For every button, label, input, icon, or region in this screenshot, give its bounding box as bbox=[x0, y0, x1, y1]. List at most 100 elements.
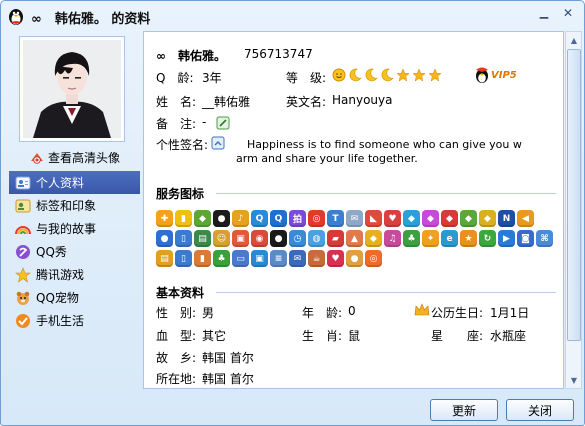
service-icon-pet[interactable]: ♥ bbox=[384, 210, 401, 227]
service-icon-star-orange[interactable]: ★ bbox=[460, 230, 477, 247]
constellation-label: 星 座: bbox=[431, 329, 484, 343]
gender-label: 性 别: bbox=[156, 306, 197, 320]
service-icon-tablet[interactable]: ▯ bbox=[175, 250, 192, 267]
service-icon-qzone[interactable]: ◎ bbox=[308, 210, 325, 227]
service-icon-cup[interactable]: ☕ bbox=[308, 250, 325, 267]
service-icon-diamond-purple[interactable]: ◆ bbox=[422, 210, 439, 227]
window-title: ∞ 韩佑雅。 的资料 bbox=[31, 12, 151, 27]
edit-note-icon[interactable] bbox=[216, 116, 230, 130]
service-icon-folder[interactable]: ▮ bbox=[175, 210, 192, 227]
service-icon-phone[interactable]: ▯ bbox=[175, 230, 192, 247]
sidebar-item-label: 与我的故事 bbox=[36, 222, 97, 236]
service-icon-car[interactable]: ▰ bbox=[327, 230, 344, 247]
service-icon-bear[interactable]: ● bbox=[346, 250, 363, 267]
sidebar-item-qqshow[interactable]: QQ秀 bbox=[9, 240, 140, 263]
zodiac-label: 生 肖: bbox=[302, 329, 343, 343]
moon-icon bbox=[365, 68, 378, 81]
service-icon-screen[interactable]: ▣ bbox=[251, 250, 268, 267]
sidebar-item-games[interactable]: 腾讯游戏 bbox=[9, 263, 140, 286]
service-icon-browser[interactable]: e bbox=[441, 230, 458, 247]
section-divider bbox=[216, 292, 556, 293]
sidebar-item-profile[interactable]: 个人资料 bbox=[9, 171, 140, 194]
service-icon-notebook[interactable]: ▤ bbox=[156, 250, 173, 267]
service-icon-clock[interactable]: ◷ bbox=[289, 230, 306, 247]
scroll-down-arrow-icon[interactable]: ▼ bbox=[567, 373, 581, 387]
profile-nickname: ∞ 韩佑雅。 bbox=[156, 49, 226, 63]
signature-line-2: arm and share your life together. bbox=[236, 152, 418, 165]
service-icon-diamond-green[interactable]: ◆ bbox=[460, 210, 477, 227]
vip-label: VIP5 bbox=[491, 69, 517, 81]
qq-age-label: Q 龄: bbox=[156, 71, 194, 85]
content-scrollbar[interactable]: ▲ ▼ bbox=[565, 31, 582, 389]
sidebar-item-story[interactable]: 与我的故事 bbox=[9, 217, 140, 240]
vip-penguin-icon bbox=[476, 67, 488, 83]
service-icon-doc[interactable]: ▭ bbox=[232, 250, 249, 267]
service-icon-shield-green[interactable]: ◆ bbox=[194, 210, 211, 227]
sidebar-item-mobile[interactable]: 手机生活 bbox=[9, 309, 140, 332]
service-icon-dance[interactable]: ♫ bbox=[384, 230, 401, 247]
close-window-button[interactable]: ✕ bbox=[557, 4, 579, 21]
refresh-button[interactable]: 更新 bbox=[430, 399, 498, 421]
service-icon-diamond-blue[interactable]: ◆ bbox=[403, 210, 420, 227]
service-icon-network[interactable]: ⌘ bbox=[536, 230, 553, 247]
service-icon-tree[interactable]: ♣ bbox=[403, 230, 420, 247]
name-label: 姓 名: bbox=[156, 95, 197, 109]
service-icon-orange-circle[interactable]: ◎ bbox=[365, 250, 382, 267]
service-icon-grid: ✚ ▮ ◆ ● ♪ Q Q 拍 ◎ T ✉ ◣ ♥ ◆ ◆ ◆ ◆ ◆ N ◀ bbox=[156, 210, 556, 270]
service-icon-gift[interactable]: ◣ bbox=[365, 210, 382, 227]
service-icon-music[interactable]: ♪ bbox=[232, 210, 249, 227]
scroll-up-arrow-icon[interactable]: ▲ bbox=[567, 33, 581, 47]
service-icon-cake[interactable]: ▲ bbox=[346, 230, 363, 247]
service-icon-security[interactable]: T bbox=[327, 210, 344, 227]
service-icon-qplus[interactable]: Q bbox=[270, 210, 287, 227]
service-icon-video[interactable]: ▶ bbox=[498, 230, 515, 247]
service-icon-fire[interactable]: ✦ bbox=[422, 230, 439, 247]
service-icon-clover[interactable]: ♣ bbox=[213, 250, 230, 267]
sidebar-item-pet[interactable]: QQ宠物 bbox=[9, 286, 140, 309]
close-button[interactable]: 关闭 bbox=[506, 399, 574, 421]
qq-number: 756713747 bbox=[244, 47, 313, 61]
view-hd-avatar-label: 查看高清头像 bbox=[48, 151, 121, 165]
service-icon-ring[interactable]: ◉ bbox=[251, 230, 268, 247]
age-label: 年 龄: bbox=[302, 306, 343, 320]
constellation-value: 水瓶座 bbox=[490, 329, 527, 343]
moon-icon bbox=[349, 68, 362, 81]
view-hd-avatar-link[interactable]: 查看高清头像 bbox=[29, 149, 120, 166]
service-icon-horn[interactable]: ◀ bbox=[517, 210, 534, 227]
title-bar[interactable]: ∞ 韩佑雅。 的资料 ▁ ✕ bbox=[1, 1, 584, 31]
service-icon-penguin[interactable]: ● bbox=[213, 210, 230, 227]
service-icon-heart[interactable]: ♥ bbox=[327, 250, 344, 267]
avatar[interactable] bbox=[19, 36, 125, 142]
service-icon-diamond-gold[interactable]: ◆ bbox=[365, 230, 382, 247]
qq-age-value: 3年 bbox=[202, 71, 222, 85]
camera-icon bbox=[31, 152, 43, 164]
service-icon-reader[interactable]: ≡ bbox=[270, 250, 287, 267]
service-icon-photo[interactable]: 拍 bbox=[289, 210, 306, 227]
service-icon-search[interactable]: Q bbox=[251, 210, 268, 227]
service-icon-refresh[interactable]: ↻ bbox=[479, 230, 496, 247]
service-icon-diamond-yellow[interactable]: ◆ bbox=[479, 210, 496, 227]
minimize-button[interactable]: ▁ bbox=[533, 4, 555, 21]
service-icon-nba[interactable]: N bbox=[498, 210, 515, 227]
sidebar-item-label: 手机生活 bbox=[36, 314, 85, 328]
service-icon-shield[interactable]: ✚ bbox=[156, 210, 173, 227]
vip-badge[interactable]: VIP5 bbox=[474, 66, 517, 84]
service-icon-battery[interactable]: ▮ bbox=[194, 250, 211, 267]
signature-history-icon[interactable] bbox=[211, 136, 225, 150]
service-icon-camera[interactable]: ◙ bbox=[517, 230, 534, 247]
service-icon-doll[interactable]: ☺ bbox=[213, 230, 230, 247]
tag-icon bbox=[15, 199, 31, 212]
service-icon-book[interactable]: ▤ bbox=[194, 230, 211, 247]
star-icon bbox=[396, 67, 410, 82]
service-icon-gamepad[interactable]: ▣ bbox=[232, 230, 249, 247]
sidebar-item-tags[interactable]: 标签和印象 bbox=[9, 194, 140, 217]
service-icon-earth[interactable]: ◍ bbox=[308, 230, 325, 247]
service-icon-mailbox[interactable]: ✉ bbox=[289, 250, 306, 267]
service-icon-globe[interactable]: ● bbox=[156, 230, 173, 247]
service-icon-mail[interactable]: ✉ bbox=[346, 210, 363, 227]
scrollbar-thumb[interactable] bbox=[567, 49, 581, 341]
service-icon-diamond-red[interactable]: ◆ bbox=[441, 210, 458, 227]
service-icon-penguin-2[interactable]: ● bbox=[270, 230, 287, 247]
sidebar-item-label: QQ宠物 bbox=[36, 291, 79, 305]
blood-value: 其它 bbox=[202, 329, 227, 343]
